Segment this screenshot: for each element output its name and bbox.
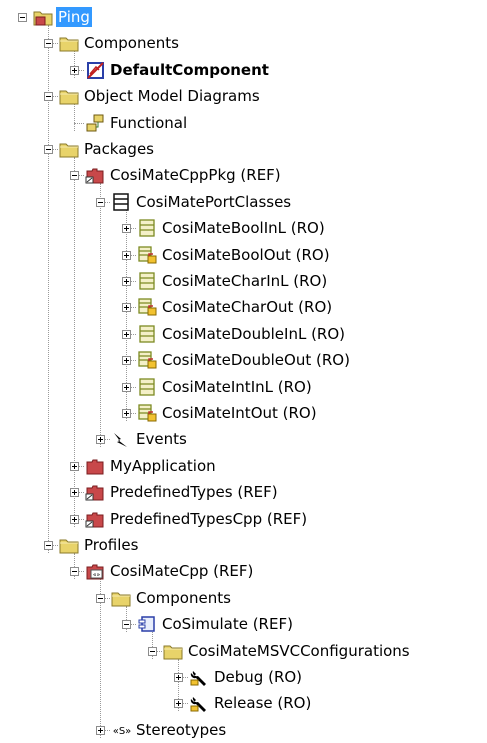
tree-item-object-model-diagrams[interactable]: Object Model Diagrams xyxy=(82,86,262,106)
tree-item-cosimatedoubleinl[interactable]: CosiMateDoubleInL (RO) xyxy=(160,324,347,344)
tree-item-cosimateboolinl[interactable]: CosiMateBoolInL (RO) xyxy=(160,218,327,238)
tree-item-predefinedtypes[interactable]: PredefinedTypes (REF) xyxy=(108,482,280,502)
collapse-toggle[interactable] xyxy=(44,145,53,154)
collapse-toggle[interactable] xyxy=(70,567,79,577)
class-icon xyxy=(137,272,157,290)
diagram-icon xyxy=(85,114,105,132)
svg-text:«»: «» xyxy=(93,572,101,579)
package-icon xyxy=(85,457,105,475)
svg-text:«S»: «S» xyxy=(113,726,132,737)
tree-item-cosimatedoubleout[interactable]: CosiMateDoubleOut (RO) xyxy=(160,350,352,370)
event-icon xyxy=(111,430,131,448)
model-browser-tree[interactable]: Ping Components DefaultComponent Object Mod… xyxy=(0,0,487,739)
tree-item-cosimulate[interactable]: CoSimulate (REF) xyxy=(160,614,295,634)
collapse-toggle[interactable] xyxy=(44,92,53,102)
collapse-toggle[interactable] xyxy=(96,593,105,603)
tree-item-components[interactable]: Components xyxy=(82,33,181,53)
component-icon xyxy=(85,61,105,79)
expand-toggle[interactable] xyxy=(70,514,79,524)
tree-item-ping[interactable]: Ping xyxy=(56,7,92,27)
package-ref-icon xyxy=(85,483,105,501)
tree-branch-line xyxy=(74,122,84,124)
expand-toggle[interactable] xyxy=(122,303,131,313)
expand-toggle[interactable] xyxy=(122,224,131,234)
collapse-toggle[interactable] xyxy=(122,620,131,630)
tree-item-cosimateintinl[interactable]: CosiMateIntInL (RO) xyxy=(160,377,314,397)
class-locked-icon xyxy=(137,245,157,264)
folder-icon xyxy=(59,140,79,158)
class-locked-icon xyxy=(137,351,157,369)
tree-connector-line xyxy=(74,157,75,527)
folder-icon xyxy=(59,536,79,554)
class-icon xyxy=(137,219,157,237)
component-small-icon xyxy=(137,615,157,633)
tree-item-cosimatecpp[interactable]: CosiMateCpp (REF) xyxy=(108,561,255,581)
folder-icon xyxy=(59,34,79,52)
tree-connector-line xyxy=(48,25,49,553)
tree-item-predefinedtypescpp[interactable]: PredefinedTypesCpp (REF) xyxy=(108,509,309,529)
expand-toggle[interactable] xyxy=(122,382,131,392)
collapse-toggle[interactable] xyxy=(18,13,27,22)
wrench-icon xyxy=(189,668,209,686)
expand-toggle[interactable] xyxy=(122,250,131,260)
tree-item-cosimatebooloout[interactable]: CosiMateBoolOut (RO) xyxy=(160,245,332,265)
expand-toggle[interactable] xyxy=(96,435,105,445)
class-icon xyxy=(137,377,157,396)
tree-item-cosimatemsvcconfigurations[interactable]: CosiMateMSVCConfigurations xyxy=(186,641,412,661)
tree-item-release[interactable]: Release (RO) xyxy=(212,693,313,713)
collapse-toggle[interactable] xyxy=(96,197,105,207)
tree-item-cosimateintout[interactable]: CosiMateIntOut (RO) xyxy=(160,403,319,423)
package-ref-icon xyxy=(85,510,105,528)
expand-toggle[interactable] xyxy=(70,488,79,498)
tree-item-defaultcomponent[interactable]: DefaultComponent xyxy=(108,60,271,80)
class-locked-icon xyxy=(137,404,157,422)
package-folder-icon xyxy=(33,8,53,26)
tree-item-profiles[interactable]: Profiles xyxy=(82,535,140,555)
expand-toggle[interactable] xyxy=(122,356,131,366)
tree-item-events[interactable]: Events xyxy=(134,429,189,449)
class-icon xyxy=(137,325,157,343)
expand-toggle[interactable] xyxy=(70,65,79,75)
expand-toggle[interactable] xyxy=(96,725,105,735)
stereotype-icon: «S» xyxy=(111,721,132,739)
tree-connector-line xyxy=(100,183,101,448)
collapse-toggle[interactable] xyxy=(44,39,53,49)
tree-connector-line xyxy=(74,104,75,131)
tree-item-stereotypes[interactable]: Stereotypes xyxy=(134,720,228,740)
tree-item-cosimateportclasses[interactable]: CosiMatePortClasses xyxy=(134,192,293,212)
expand-toggle[interactable] xyxy=(70,461,79,471)
folder-icon xyxy=(59,87,79,105)
tree-item-packages[interactable]: Packages xyxy=(82,139,156,159)
tree-connector-line xyxy=(100,579,101,738)
profile-icon: «» xyxy=(85,562,105,580)
class-folder-icon xyxy=(111,193,131,211)
tree-item-myapplication[interactable]: MyApplication xyxy=(108,456,218,476)
expand-toggle[interactable] xyxy=(174,699,183,709)
expand-toggle[interactable] xyxy=(122,329,131,339)
wrench-icon xyxy=(189,694,209,713)
class-locked-icon xyxy=(137,298,157,316)
expand-toggle[interactable] xyxy=(122,409,131,418)
collapse-toggle[interactable] xyxy=(70,171,79,181)
tree-item-cosimatecharinl[interactable]: CosiMateCharInL (RO) xyxy=(160,271,329,291)
tree-item-functional[interactable]: Functional xyxy=(108,113,189,133)
tree-item-cosimatecharout[interactable]: CosiMateCharOut (RO) xyxy=(160,297,334,317)
tree-item-cosimatecpppkg[interactable]: CosiMateCppPkg (REF) xyxy=(108,165,283,185)
collapse-toggle[interactable] xyxy=(44,541,53,550)
expand-toggle[interactable] xyxy=(122,277,131,286)
tree-item-debug[interactable]: Debug (RO) xyxy=(212,667,304,687)
collapse-toggle[interactable] xyxy=(148,646,157,656)
package-ref-icon xyxy=(85,166,105,184)
folder-icon xyxy=(163,642,183,660)
tree-item-profile-components[interactable]: Components xyxy=(134,588,233,608)
folder-icon xyxy=(111,589,131,607)
expand-toggle[interactable] xyxy=(174,673,183,682)
